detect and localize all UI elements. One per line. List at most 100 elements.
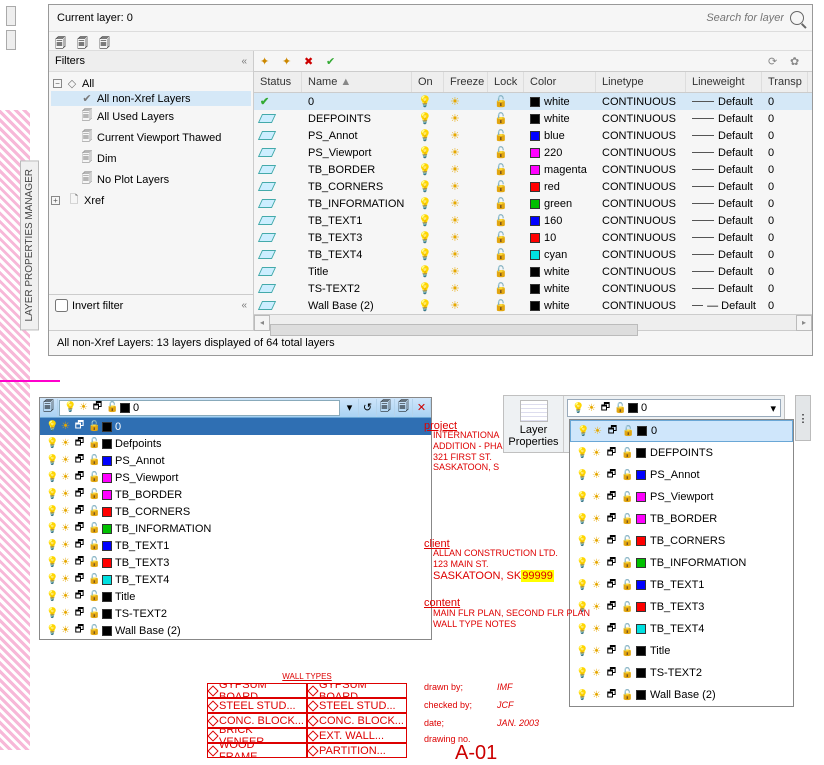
bulb-icon[interactable]: 💡: [418, 95, 432, 108]
lock-icon[interactable]: 🔓: [494, 112, 508, 125]
bulb-icon[interactable]: 💡: [46, 591, 57, 602]
tree-root-all[interactable]: − ◇ All: [51, 76, 251, 91]
sun-icon[interactable]: ☀: [60, 438, 71, 449]
vp-freeze-icon[interactable]: 🗗: [74, 418, 85, 435]
layer-row[interactable]: PS_Annot💡☀🔓blueCONTINUOUS Default0: [254, 127, 812, 144]
color-swatch[interactable]: [530, 131, 540, 141]
set-current-icon[interactable]: ✔: [326, 55, 342, 67]
sun-icon[interactable]: ☀: [450, 214, 460, 227]
ribbon-combo-item[interactable]: 💡☀🗗🔓DEFPOINTS: [570, 442, 793, 464]
transparency-cell[interactable]: 0: [762, 164, 808, 176]
ribbon-combo-item[interactable]: 💡☀🗗🔓TB_TEXT1: [570, 574, 793, 596]
ribbon-combo-item[interactable]: 💡☀🗗🔓TB_BORDER: [570, 508, 793, 530]
lock-icon[interactable]: 🔓: [621, 580, 632, 591]
color-swatch[interactable]: [530, 284, 540, 294]
lock-icon[interactable]: 🔓: [88, 421, 99, 432]
bulb-icon[interactable]: 💡: [418, 197, 432, 210]
bulb-icon[interactable]: 💡: [576, 558, 587, 569]
close-icon[interactable]: ✕: [413, 399, 431, 417]
tree-filter-item[interactable]: 🗐No Plot Layers: [51, 169, 251, 190]
bulb-icon[interactable]: 💡: [418, 248, 432, 261]
linetype-cell[interactable]: CONTINUOUS: [596, 181, 686, 193]
linetype-cell[interactable]: CONTINUOUS: [596, 283, 686, 295]
invert-filter-checkbox[interactable]: [55, 299, 68, 312]
sun-icon[interactable]: ☀: [450, 282, 460, 295]
horizontal-scrollbar[interactable]: ◂ ▸: [254, 314, 812, 330]
lock-icon[interactable]: 🔓: [621, 646, 632, 657]
ribbon-combo-item[interactable]: 💡☀🗗🔓TS-TEXT2: [570, 662, 793, 684]
layer-combo-item[interactable]: 💡☀🗗🔓Defpoints: [40, 435, 431, 452]
lock-icon[interactable]: 🔓: [494, 265, 508, 278]
vp-freeze-icon[interactable]: 🗗: [74, 622, 85, 639]
vp-freeze-icon[interactable]: 🗗: [74, 571, 85, 588]
lock-icon[interactable]: 🔓: [88, 438, 99, 449]
lock-icon[interactable]: 🔓: [88, 557, 99, 568]
sun-icon[interactable]: ☀: [450, 248, 460, 261]
lock-icon[interactable]: 🔓: [621, 558, 632, 569]
new-layer-icon[interactable]: ✦: [260, 55, 276, 67]
lock-icon[interactable]: 🔓: [494, 248, 508, 261]
bulb-icon[interactable]: 💡: [418, 163, 432, 176]
col-linetype[interactable]: Linetype: [596, 72, 686, 92]
refresh-icon[interactable]: ⟳: [768, 55, 784, 67]
linetype-cell[interactable]: CONTINUOUS: [596, 198, 686, 210]
ribbon-combo-item[interactable]: 💡☀🗗🔓TB_INFORMATION: [570, 552, 793, 574]
lock-icon[interactable]: 🔓: [621, 624, 632, 635]
sun-icon[interactable]: ☀: [591, 470, 602, 481]
bulb-icon[interactable]: 💡: [46, 489, 57, 500]
color-swatch[interactable]: [530, 199, 540, 209]
transparency-cell[interactable]: 0: [762, 181, 808, 193]
tree-filter-item[interactable]: 🗐Current Viewport Thawed: [51, 127, 251, 148]
sun-icon[interactable]: ☀: [591, 536, 602, 547]
bulb-icon[interactable]: 💡: [46, 608, 57, 619]
layer-combo-item[interactable]: 💡☀🗗🔓PS_Viewport: [40, 469, 431, 486]
sun-icon[interactable]: ☀: [591, 514, 602, 525]
layer-row[interactable]: TB_TEXT1💡☀🔓160CONTINUOUS Default0: [254, 212, 812, 229]
color-swatch[interactable]: [530, 114, 540, 124]
bulb-icon[interactable]: 💡: [418, 282, 432, 295]
chevron-down-icon[interactable]: ▾: [770, 402, 776, 415]
transparency-cell[interactable]: 0: [762, 130, 808, 142]
bulb-icon[interactable]: 💡: [576, 448, 587, 459]
transparency-cell[interactable]: 0: [762, 249, 808, 261]
bulb-icon[interactable]: 💡: [576, 668, 587, 679]
sun-icon[interactable]: ☀: [450, 180, 460, 193]
vp-freeze-icon[interactable]: 🗗: [606, 511, 617, 528]
vp-freeze-icon[interactable]: 🗗: [606, 577, 617, 594]
new-property-filter-icon[interactable]: 🗐: [55, 35, 71, 47]
sun-icon[interactable]: ☀: [60, 608, 71, 619]
lock-icon[interactable]: 🔓: [88, 506, 99, 517]
lock-icon[interactable]: 🔓: [621, 514, 632, 525]
linetype-cell[interactable]: CONTINUOUS: [596, 300, 686, 312]
linetype-cell[interactable]: CONTINUOUS: [596, 232, 686, 244]
bulb-icon[interactable]: 💡: [46, 421, 57, 432]
linetype-cell[interactable]: CONTINUOUS: [596, 215, 686, 227]
sun-icon[interactable]: ☀: [591, 690, 602, 701]
layer-combo-item[interactable]: 💡☀🗗🔓TB_INFORMATION: [40, 520, 431, 537]
tree-filter-item[interactable]: 🗐Dim: [51, 148, 251, 169]
lock-icon[interactable]: 🔓: [88, 591, 99, 602]
lock-icon[interactable]: 🔓: [88, 625, 99, 636]
lineweight-cell[interactable]: Default: [686, 266, 762, 278]
bulb-icon[interactable]: 💡: [418, 180, 432, 193]
bulb-icon[interactable]: 💡: [46, 540, 57, 551]
scroll-thumb[interactable]: [270, 324, 638, 336]
layer-combo-item[interactable]: 💡☀🗗🔓TS-TEXT2: [40, 605, 431, 622]
ribbon-combo-item[interactable]: 💡☀🗗🔓PS_Annot: [570, 464, 793, 486]
bulb-icon[interactable]: 💡: [576, 646, 587, 657]
bulb-icon[interactable]: 💡: [46, 506, 57, 517]
ribbon-expand-handle[interactable]: ⋮: [795, 395, 811, 441]
lock-icon[interactable]: 🔓: [621, 470, 632, 481]
ribbon-combo-item[interactable]: 💡☀🗗🔓PS_Viewport: [570, 486, 793, 508]
linetype-cell[interactable]: CONTINUOUS: [596, 130, 686, 142]
col-lineweight[interactable]: Lineweight: [686, 72, 762, 92]
sun-icon[interactable]: ☀: [450, 163, 460, 176]
search-icon[interactable]: [790, 11, 804, 25]
color-swatch[interactable]: [530, 301, 540, 311]
new-group-filter-icon[interactable]: 🗐: [77, 35, 93, 47]
sun-icon[interactable]: ☀: [60, 472, 71, 483]
lock-icon[interactable]: 🔓: [494, 299, 508, 312]
sun-icon[interactable]: ☀: [591, 624, 602, 635]
color-swatch[interactable]: [530, 233, 540, 243]
vp-freeze-icon[interactable]: 🗗: [606, 489, 617, 506]
